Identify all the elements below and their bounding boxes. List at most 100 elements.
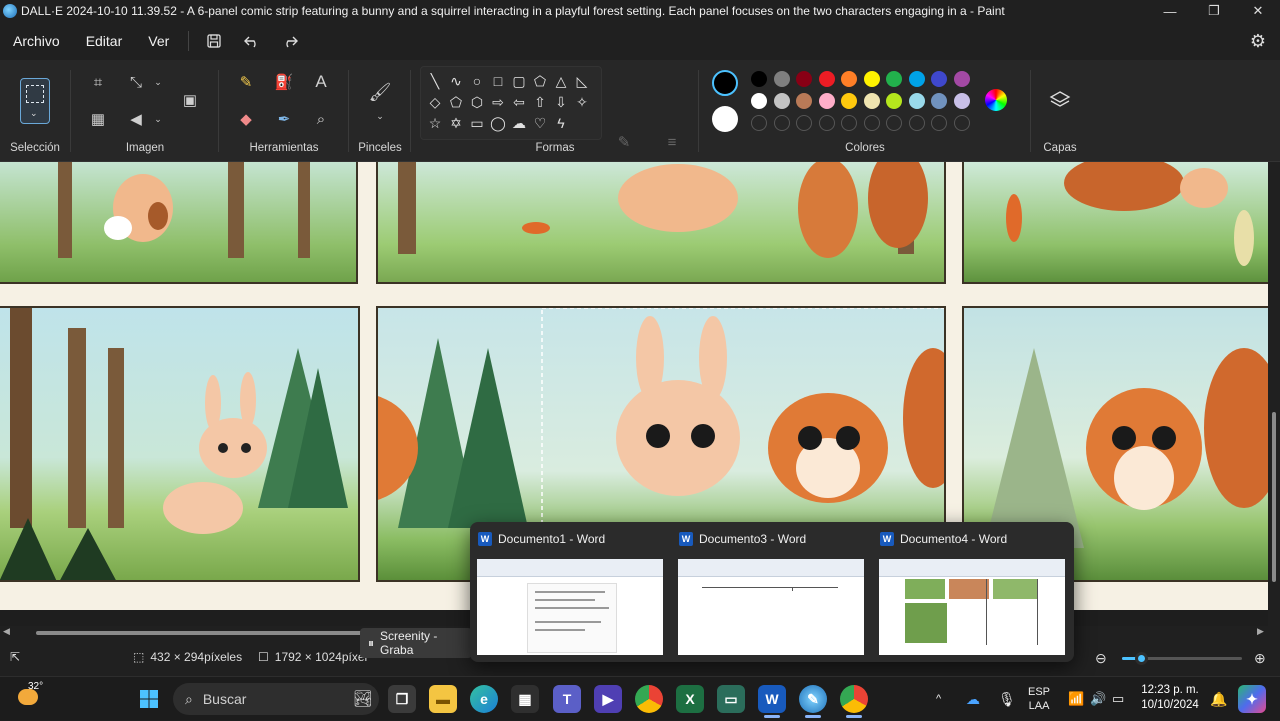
oval-shape-icon[interactable]: ○ [467, 71, 487, 91]
heart-shape-icon[interactable]: ♡ [530, 113, 550, 133]
word-taskbar-icon[interactable]: W [758, 685, 786, 713]
preview-thumbnail[interactable] [879, 559, 1065, 655]
palette-swatch[interactable] [863, 93, 880, 109]
vertical-scrollbar[interactable] [1268, 162, 1280, 626]
custom-color-slot[interactable] [751, 115, 767, 131]
clock[interactable]: 12:23 p. m. 10/10/2024 [1138, 683, 1202, 713]
polygon-shape-icon[interactable]: ⬠ [530, 71, 550, 91]
brush-icon[interactable]: 🖌 [368, 80, 392, 104]
preview-thumbnail[interactable] [477, 559, 663, 655]
primary-color-swatch[interactable] [712, 70, 738, 96]
minimize-button[interactable]: — [1148, 0, 1192, 22]
custom-color-slot[interactable] [773, 115, 790, 131]
copilot-app-icon[interactable]: ▶ [594, 685, 622, 713]
custom-color-slot[interactable] [841, 115, 857, 131]
palette-swatch[interactable] [953, 93, 970, 109]
excel-icon[interactable]: X [676, 685, 704, 713]
palette-swatch[interactable] [773, 93, 790, 109]
palette-swatch[interactable] [818, 93, 835, 109]
gear-icon[interactable]: ⚙ [1236, 31, 1280, 52]
edit-colors-icon[interactable] [984, 88, 1008, 112]
lightning-shape-icon[interactable]: ϟ [551, 113, 571, 133]
maximize-button[interactable]: ❐ [1192, 0, 1236, 22]
scroll-right-icon[interactable]: ▶ [1257, 626, 1264, 637]
task-view-icon[interactable]: ❐ [388, 685, 416, 713]
text-icon[interactable]: A [309, 70, 333, 94]
crop-icon[interactable]: ⌗ [86, 70, 110, 94]
menu-editar[interactable]: Editar [73, 33, 136, 49]
microphone-icon[interactable]: 🎙 [998, 677, 1016, 721]
chrome-icon[interactable] [840, 685, 868, 713]
callout-oval-shape-icon[interactable]: ◯ [488, 113, 508, 133]
palette-swatch[interactable] [818, 71, 835, 87]
scroll-left-icon[interactable]: ◀ [3, 626, 10, 637]
eraser-icon[interactable]: ◆ [234, 107, 258, 131]
copilot-icon[interactable]: ✦ [1238, 685, 1266, 713]
custom-color-slot[interactable] [908, 115, 925, 131]
palette-swatch[interactable] [841, 71, 857, 87]
arrow-right-shape-icon[interactable]: ⇨ [488, 92, 508, 112]
hexagon-shape-icon[interactable]: ⬡ [467, 92, 487, 112]
curve-shape-icon[interactable]: ∿ [446, 71, 466, 91]
palette-swatch[interactable] [908, 93, 925, 109]
chevron-down-icon[interactable]: ⌄ [368, 104, 392, 128]
magnifier-icon[interactable]: ⌕ [309, 107, 333, 131]
line-width-icon[interactable]: ≡ [660, 130, 684, 154]
star-shape-icon[interactable]: ☆ [425, 113, 445, 133]
custom-color-slot[interactable] [796, 115, 812, 131]
arrow-left-shape-icon[interactable]: ⇦ [509, 92, 529, 112]
menu-archivo[interactable]: Archivo [0, 33, 73, 49]
edge-icon[interactable]: e [470, 685, 498, 713]
redo-icon[interactable] [271, 33, 309, 49]
close-button[interactable]: ✕ [1236, 0, 1280, 22]
custom-color-slot[interactable] [863, 115, 880, 131]
zoom-out-icon[interactable]: ⊖ [1095, 650, 1107, 667]
palette-swatch[interactable] [886, 93, 902, 109]
palette-swatch[interactable] [908, 71, 925, 87]
pause-icon[interactable]: ⏸ [368, 636, 374, 651]
custom-color-slot[interactable] [931, 115, 947, 131]
custom-color-slot[interactable] [953, 115, 970, 131]
layers-icon[interactable] [1048, 88, 1072, 112]
fill-bucket-icon[interactable]: ⛽ [272, 70, 296, 94]
screenity-recording-bar[interactable]: ⏸ Screenity - Graba [360, 628, 472, 658]
wifi-icon[interactable]: 📶 [1068, 677, 1084, 721]
palette-swatch[interactable] [751, 71, 767, 87]
weather-widget[interactable]: 32° [18, 681, 44, 709]
chevron-down-icon[interactable]: ⌄ [146, 70, 170, 94]
store-icon[interactable]: ▦ [511, 685, 539, 713]
callout-cloud-shape-icon[interactable]: ☁ [509, 113, 529, 133]
resize-icon[interactable]: ⤡ [124, 70, 148, 94]
preview-card-documento4[interactable]: W Documento4 - Word [872, 522, 1072, 662]
horizontal-scroll-thumb[interactable] [36, 631, 366, 635]
palette-swatch[interactable] [931, 71, 947, 87]
chevron-down-icon[interactable]: ⌄ [146, 107, 170, 131]
palette-swatch[interactable] [796, 93, 812, 109]
rectangle-shape-icon[interactable]: □ [488, 71, 508, 91]
secondary-color-swatch[interactable] [712, 106, 738, 132]
volume-icon[interactable]: 🔊 [1090, 677, 1106, 721]
onedrive-icon[interactable]: ☁ [966, 677, 980, 721]
right-triangle-shape-icon[interactable]: ◺ [572, 71, 592, 91]
custom-color-slot[interactable] [886, 115, 902, 131]
rounded-rectangle-shape-icon[interactable]: ▢ [509, 71, 529, 91]
custom-color-slot[interactable] [818, 115, 835, 131]
chrome-icon[interactable] [635, 685, 663, 713]
select-all-icon[interactable]: ▦ [86, 107, 110, 131]
preview-thumbnail[interactable] [678, 559, 864, 655]
arrow-down-shape-icon[interactable]: ⇩ [551, 92, 571, 112]
notifications-icon[interactable]: 🔔 [1210, 677, 1227, 721]
color-picker-icon[interactable]: ✒ [272, 107, 296, 131]
teams-icon[interactable]: T [553, 685, 581, 713]
menu-ver[interactable]: Ver [135, 33, 182, 49]
triangle-shape-icon[interactable]: △ [551, 71, 571, 91]
rotate-icon[interactable]: ◀ [124, 107, 148, 131]
language-indicator[interactable]: ESP LAA [1028, 677, 1050, 721]
zoom-slider-knob[interactable] [1135, 652, 1149, 665]
taskbar-search[interactable]: ⌕ Buscar 🏞 [173, 683, 379, 715]
diamond-shape-icon[interactable]: ◇ [425, 92, 445, 112]
paint-taskbar-icon[interactable]: ✎ [799, 685, 827, 713]
battery-icon[interactable]: ▭ [1112, 677, 1124, 721]
desktop-app-icon[interactable]: ▭ [717, 685, 745, 713]
undo-icon[interactable] [233, 33, 271, 49]
